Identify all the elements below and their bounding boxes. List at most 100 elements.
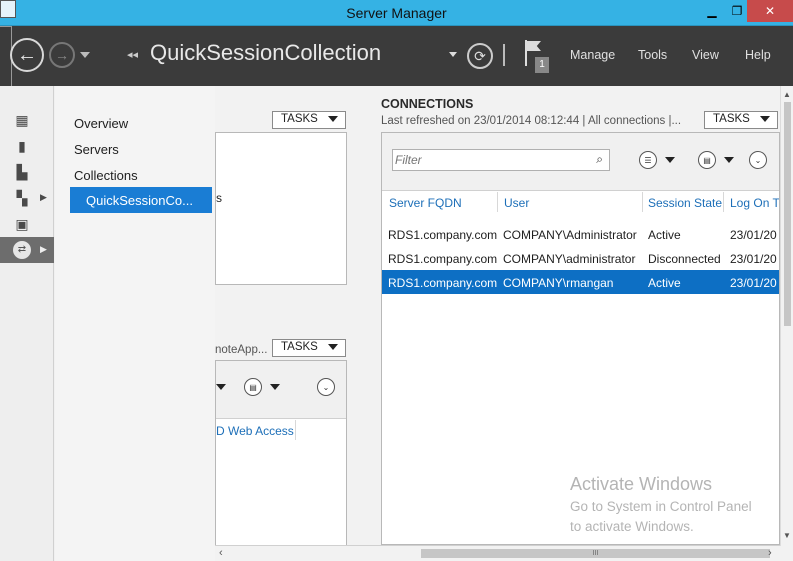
- remote-desktop-icon: ⇄: [13, 241, 31, 259]
- nav-panel: Overview Servers Collections QuickSessio…: [55, 86, 215, 561]
- connections-subtitle: Last refreshed on 23/01/2014 08:12:44 | …: [381, 115, 682, 127]
- separator: [503, 44, 505, 66]
- remoteapp-title: noteApp...: [215, 344, 268, 356]
- refresh-icon[interactable]: ⟳: [467, 43, 493, 69]
- activation-watermark-line: to activate Windows.: [570, 519, 694, 534]
- view-dropdown-icon[interactable]: [216, 384, 226, 390]
- expand-icon[interactable]: ⌄: [317, 378, 335, 396]
- menu-manage[interactable]: Manage: [570, 48, 615, 62]
- column-logon-time[interactable]: Log On T: [730, 196, 779, 210]
- tasks-label: TASKS: [281, 341, 318, 353]
- cell-state: Active: [648, 228, 681, 242]
- properties-panel: s: [215, 132, 347, 285]
- cell-server: RDS1.company.com: [388, 276, 498, 290]
- header-bar: ← → ◂◂ QuickSessionCollection ⟳ 1 Manage…: [0, 26, 793, 104]
- properties-tasks-button[interactable]: TASKS: [272, 111, 346, 129]
- column-divider: [295, 420, 296, 440]
- cell-user: COMPANY\rmangan: [503, 276, 614, 290]
- forward-button[interactable]: →: [49, 42, 75, 68]
- filter-input[interactable]: [395, 152, 585, 168]
- nav-item-overview[interactable]: Overview: [74, 116, 128, 131]
- flag-pole: [525, 40, 527, 66]
- cell-logon: 23/01/20: [730, 228, 777, 242]
- dropdown-icon: [760, 116, 770, 122]
- filter-box[interactable]: ⌕: [392, 149, 610, 171]
- menu-help[interactable]: Help: [745, 48, 771, 62]
- close-button[interactable]: ✕: [747, 0, 793, 22]
- expand-arrow-icon[interactable]: ▶: [40, 192, 47, 203]
- column-user[interactable]: User: [504, 196, 529, 210]
- breadcrumb: QuickSessionCollection: [150, 40, 382, 65]
- scroll-left-icon[interactable]: ‹: [219, 547, 223, 559]
- all-servers-icon[interactable]: ▙: [12, 162, 32, 182]
- nav-item-collections[interactable]: Collections: [74, 168, 138, 183]
- cell-logon: 23/01/20: [730, 252, 777, 266]
- scrollbar-thumb[interactable]: III: [421, 549, 770, 558]
- scrollbar-thumb[interactable]: [784, 102, 791, 326]
- iis-icon[interactable]: ▣: [12, 214, 32, 234]
- nav-item-servers[interactable]: Servers: [74, 142, 119, 157]
- column-session-state[interactable]: Session State: [648, 196, 722, 210]
- save-query-icon[interactable]: ▤: [244, 378, 262, 396]
- remote-desktop-rail-item[interactable]: ⇄ ▶: [0, 237, 54, 263]
- scroll-up-icon[interactable]: ▲: [783, 90, 791, 99]
- column-divider: [642, 192, 643, 212]
- activation-watermark-line: Go to System in Control Panel: [570, 499, 752, 514]
- remoteapp-panel: ▤ ⌄ D Web Access: [215, 360, 347, 550]
- local-server-icon[interactable]: ▮: [12, 136, 32, 156]
- breadcrumb-arrows-icon: ◂◂: [127, 49, 139, 61]
- flag-icon: [527, 41, 541, 51]
- table-row[interactable]: RDS1.company.com COMPANY\administrator D…: [382, 246, 779, 270]
- tasks-label: TASKS: [281, 113, 318, 125]
- connections-title: CONNECTIONS: [381, 97, 474, 111]
- scroll-right-icon[interactable]: ›: [768, 547, 772, 559]
- back-button[interactable]: ←: [10, 38, 44, 72]
- column-divider: [723, 192, 724, 212]
- column-server-fqdn[interactable]: Server FQDN: [389, 196, 462, 210]
- remoteapp-tasks-button[interactable]: TASKS: [272, 339, 346, 357]
- dropdown-icon: [328, 344, 338, 350]
- cell-user: COMPANY\Administrator: [503, 228, 637, 242]
- dashboard-icon[interactable]: ▦: [12, 110, 32, 130]
- cell-logon: 23/01/20: [730, 276, 777, 290]
- cell-server: RDS1.company.com: [388, 228, 498, 242]
- history-dropdown-icon[interactable]: [80, 52, 90, 58]
- horizontal-scrollbar[interactable]: ‹ III ›: [215, 545, 780, 561]
- cell-user: COMPANY\administrator: [503, 252, 636, 266]
- cell-state: Active: [648, 276, 681, 290]
- partial-text: s: [216, 191, 222, 205]
- cell-state: Disconnected: [648, 252, 721, 266]
- table-row[interactable]: RDS1.company.com COMPANY\Administrator A…: [382, 222, 779, 246]
- column-divider: [497, 192, 498, 212]
- expand-arrow-icon: ▶: [40, 244, 47, 254]
- view-options-icon[interactable]: ☰: [639, 151, 657, 169]
- file-storage-icon[interactable]: ▚: [12, 188, 32, 208]
- vertical-scrollbar[interactable]: ▲ ▼: [780, 86, 793, 546]
- save-dropdown-icon[interactable]: [270, 384, 280, 390]
- search-icon[interactable]: ⌕: [596, 152, 603, 167]
- save-query-icon[interactable]: ▤: [698, 151, 716, 169]
- save-dropdown-icon[interactable]: [724, 157, 734, 163]
- expand-icon[interactable]: ⌄: [749, 151, 767, 169]
- connections-tasks-button[interactable]: TASKS: [704, 111, 778, 129]
- nav-item-quicksessioncollection[interactable]: QuickSessionCo...: [70, 187, 212, 213]
- cell-server: RDS1.company.com: [388, 252, 498, 266]
- notification-badge: 1: [535, 57, 549, 73]
- app-icon: [0, 0, 16, 18]
- tasks-label: TASKS: [713, 113, 750, 125]
- breadcrumb-dropdown-icon[interactable]: [449, 52, 457, 57]
- window-title: Server Manager: [346, 5, 447, 21]
- table-row-selected[interactable]: RDS1.company.com COMPANY\rmangan Active …: [382, 270, 779, 294]
- notifications-button[interactable]: 1: [525, 40, 549, 74]
- scroll-down-icon[interactable]: ▼: [783, 531, 791, 540]
- web-access-column-header[interactable]: D Web Access: [216, 424, 294, 438]
- menu-view[interactable]: View: [692, 48, 719, 62]
- dropdown-icon: [328, 116, 338, 122]
- arrow-left-icon: ←: [17, 43, 37, 66]
- arrow-right-icon: →: [55, 47, 69, 63]
- activation-watermark-title: Activate Windows: [570, 474, 713, 494]
- left-rail: ▦ ▮ ▙ ▚ ▶ ▣ ⇄ ▶: [0, 86, 54, 561]
- title-bar: Server Manager ▁ ❐ ✕: [0, 0, 793, 26]
- menu-tools[interactable]: Tools: [638, 48, 667, 62]
- view-dropdown-icon[interactable]: [665, 157, 675, 163]
